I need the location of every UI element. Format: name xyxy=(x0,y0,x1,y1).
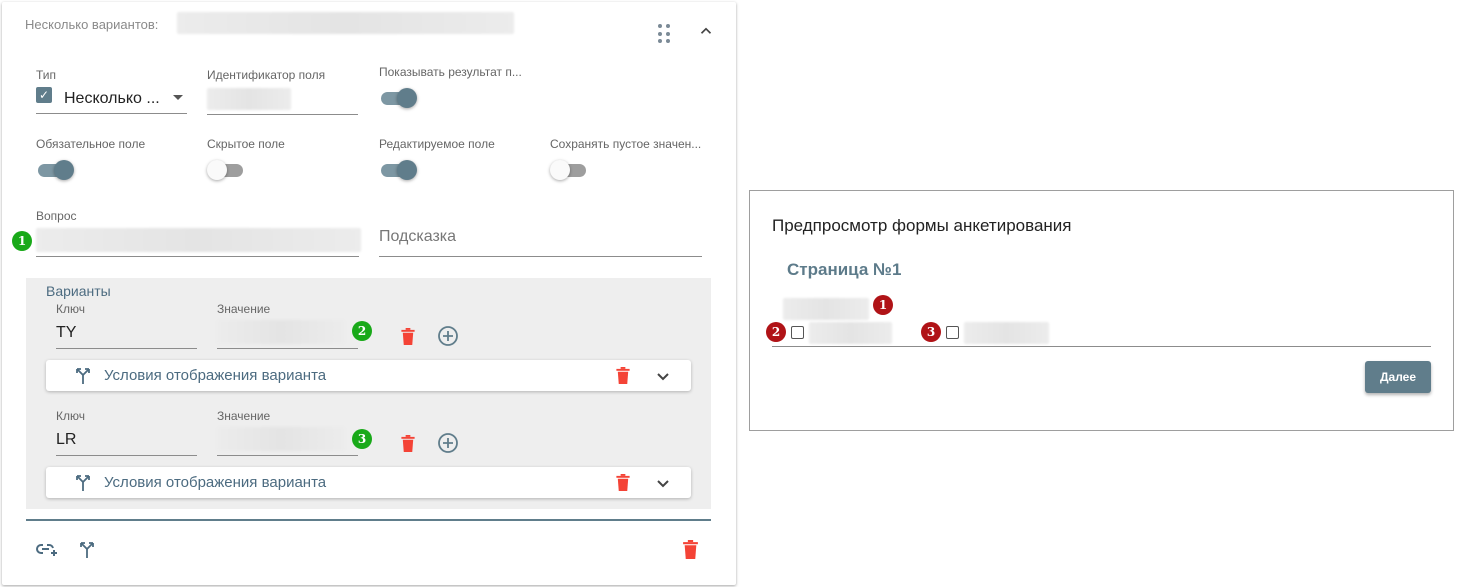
save-empty-label: Сохранять пустое значен... xyxy=(550,137,702,151)
variant-key-underline xyxy=(56,455,197,456)
show-result-toggle[interactable] xyxy=(379,88,417,108)
required-label: Обязательное поле xyxy=(36,137,146,151)
fork-icon xyxy=(76,475,90,491)
delete-condition-icon[interactable] xyxy=(616,474,630,491)
question-input[interactable] xyxy=(36,228,361,252)
field-id-label: Идентификатор поля xyxy=(207,68,326,82)
fork-icon xyxy=(76,368,90,384)
type-label: Тип xyxy=(36,68,57,82)
variant-value-underline xyxy=(217,348,358,349)
delete-variant-icon[interactable] xyxy=(401,435,415,452)
next-button[interactable]: Далее xyxy=(1365,361,1431,393)
delete-field-icon[interactable] xyxy=(683,540,698,559)
preview-option-label xyxy=(809,322,892,344)
hint-input[interactable]: Подсказка xyxy=(379,228,456,246)
delete-condition-icon[interactable] xyxy=(616,367,630,384)
add-variant-icon[interactable] xyxy=(437,325,459,347)
add-variant-icon[interactable] xyxy=(437,432,459,454)
footer-divider xyxy=(26,519,711,521)
preview-page-title: Страница №1 xyxy=(787,260,902,279)
field-type-header-label: Несколько вариантов: xyxy=(25,17,159,32)
variant-condition-panel[interactable]: Условия отображения варианта xyxy=(46,360,691,391)
variant-key-input[interactable]: TY xyxy=(56,324,76,342)
variant-value-label: Значение xyxy=(217,409,271,423)
variants-title: Варианты xyxy=(46,283,111,299)
variant-key-label: Ключ xyxy=(56,302,85,316)
variant-value-underline xyxy=(217,455,358,456)
preview-option-badge: 2 xyxy=(766,322,786,342)
hidden-label: Скрытое поле xyxy=(207,137,285,151)
variant-key-label: Ключ xyxy=(56,409,85,423)
checkbox-icon: ✓ xyxy=(36,87,52,103)
chevron-down-icon[interactable] xyxy=(656,370,670,384)
preview-question-badge: 1 xyxy=(873,295,893,315)
required-toggle[interactable] xyxy=(36,160,74,180)
question-label: Вопрос xyxy=(36,209,77,223)
preview-title: Предпросмотр формы анкетирования xyxy=(772,216,1072,235)
delete-variant-icon[interactable] xyxy=(401,328,415,345)
editable-label: Редактируемое поле xyxy=(379,137,495,151)
link-add-icon[interactable] xyxy=(36,541,58,557)
fork-icon[interactable] xyxy=(78,539,96,559)
variant-condition-label: Условия отображения варианта xyxy=(104,367,327,384)
variant-value-label: Значение xyxy=(217,302,271,316)
dropdown-arrow-icon xyxy=(173,95,183,100)
type-select[interactable]: ✓ Несколько ... xyxy=(36,86,187,115)
drag-handle-icon[interactable] xyxy=(658,24,674,44)
chevron-down-icon[interactable] xyxy=(656,477,670,491)
save-empty-toggle[interactable] xyxy=(550,160,588,180)
field-title-input[interactable] xyxy=(177,12,514,34)
question-underline xyxy=(36,256,359,257)
field-id-input[interactable] xyxy=(207,88,291,110)
variant-badge: 2 xyxy=(352,321,372,341)
show-result-label: Показывать результат п... xyxy=(379,65,522,79)
chevron-up-icon[interactable] xyxy=(697,22,715,40)
variant-key-underline xyxy=(56,348,197,349)
preview-question-underline xyxy=(772,346,1431,347)
preview-option-label xyxy=(964,322,1049,344)
type-select-underline xyxy=(36,113,187,114)
variant-value-input[interactable] xyxy=(217,320,345,344)
type-select-value: Несколько ... xyxy=(64,90,160,107)
preview-option-checkbox[interactable] xyxy=(791,326,804,339)
field-id-underline xyxy=(207,114,358,115)
hint-underline xyxy=(379,256,702,257)
variant-condition-label: Условия отображения варианта xyxy=(104,474,327,491)
editable-toggle[interactable] xyxy=(379,160,417,180)
preview-option-badge: 3 xyxy=(921,322,941,342)
hidden-toggle[interactable] xyxy=(207,160,245,180)
variant-condition-panel[interactable]: Условия отображения варианта xyxy=(46,467,691,498)
variant-value-input[interactable] xyxy=(217,427,345,451)
preview-question-text xyxy=(783,298,869,320)
variant-key-input[interactable]: LR xyxy=(56,431,76,449)
variant-badge: 3 xyxy=(352,429,372,449)
preview-option-checkbox[interactable] xyxy=(946,326,959,339)
question-badge: 1 xyxy=(12,231,32,251)
